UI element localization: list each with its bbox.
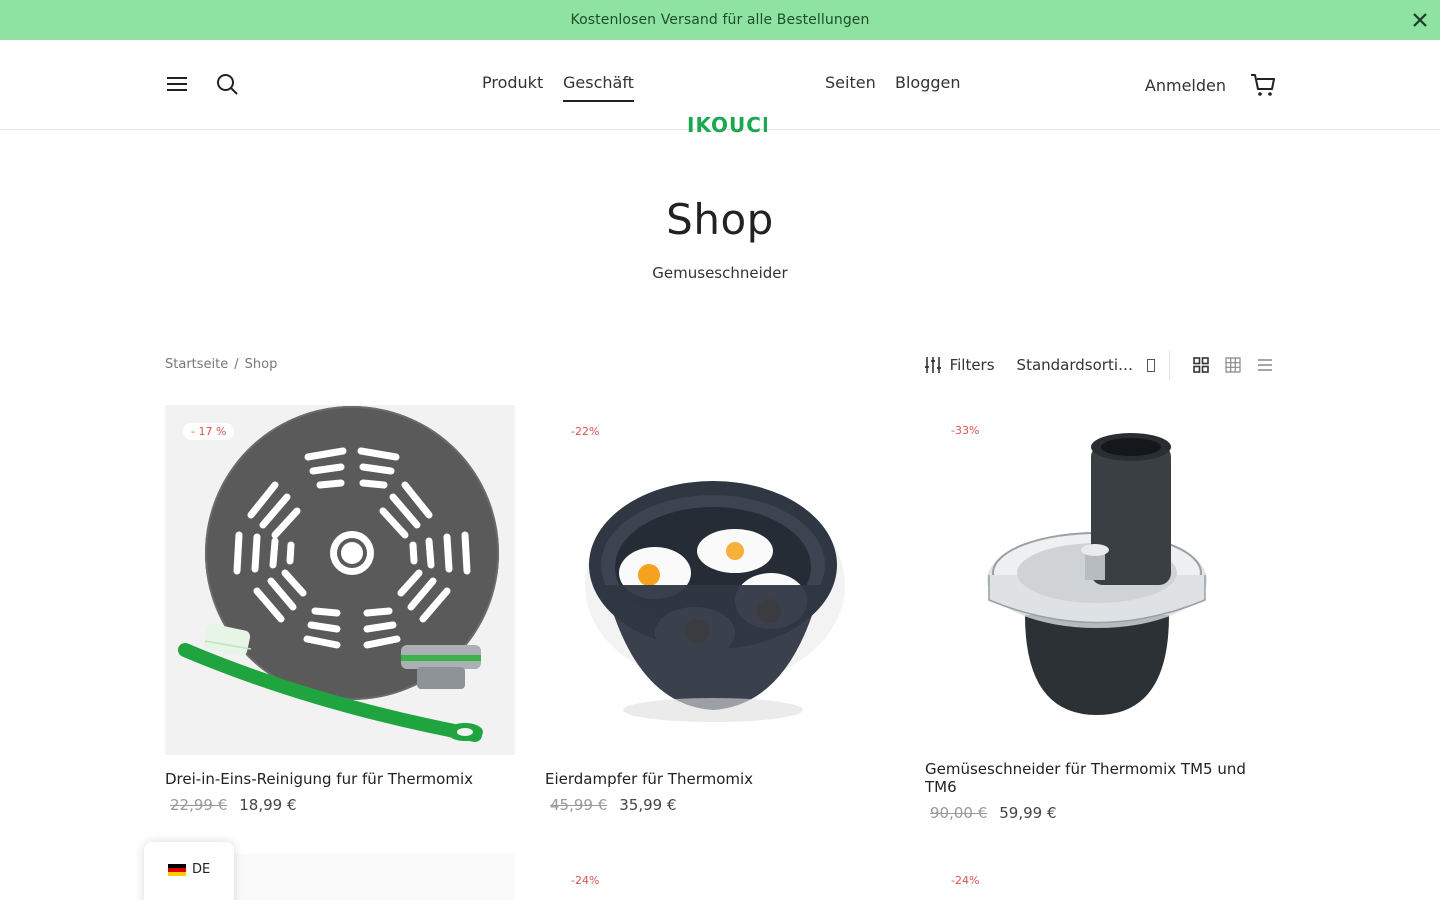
view-switcher	[1170, 356, 1274, 374]
discount-badge: - 17 %	[183, 423, 235, 440]
product-card[interactable]: -22% Eierdampfer für Thermomix 45,99 € 3…	[545, 405, 895, 814]
old-price: 90,00 €	[930, 804, 988, 822]
nav-seiten[interactable]: Seiten	[825, 73, 876, 92]
breadcrumb-home[interactable]: Startseite	[165, 357, 228, 372]
product-price: 22,99 € 18,99 €	[165, 796, 515, 814]
grid-3-icon[interactable]	[1224, 356, 1242, 374]
site-header: Produkt Geschäft Seiten Bloggen IKOUCH A…	[0, 40, 1440, 137]
sort-dropdown-icon	[1147, 358, 1155, 372]
announcement-bar: Kostenlosen Versand für alle Bestellunge…	[0, 0, 1440, 40]
vegetable-cutter-image	[987, 433, 1207, 715]
product-image[interactable]: -22%	[545, 405, 895, 755]
shop-toolbar: Filters Standardsorti…	[924, 350, 1274, 380]
product-name[interactable]: Eierdampfer für Thermomix	[545, 770, 895, 788]
sort-value: Standardsorti…	[1016, 356, 1133, 374]
discount-badge: -33%	[951, 424, 980, 437]
filters-button[interactable]: Filters	[924, 356, 1007, 374]
cart-icon[interactable]	[1250, 72, 1276, 98]
product-name[interactable]: Gemüseschneider für Thermomix TM5 und TM…	[925, 760, 1275, 796]
product-image[interactable]: -33%	[925, 405, 1275, 745]
product-card[interactable]: -33% Gemüseschneider für Thermomix TM5 u…	[925, 405, 1275, 822]
nav-bloggen[interactable]: Bloggen	[895, 73, 961, 92]
cleaning-disc-image	[178, 406, 499, 742]
german-flag-icon	[168, 864, 186, 876]
list-icon[interactable]	[1256, 356, 1274, 374]
product-price: 45,99 € 35,99 €	[545, 796, 895, 814]
page-title: Shop	[666, 195, 774, 244]
current-price: 59,99 €	[999, 804, 1057, 822]
nav-produkt[interactable]: Produkt	[482, 73, 543, 92]
egg-steamer-image	[585, 481, 845, 722]
close-icon[interactable]	[1410, 10, 1430, 30]
signin-link[interactable]: Anmelden	[1145, 76, 1226, 95]
discount-badge: -24%	[951, 874, 980, 887]
sliders-icon	[924, 357, 941, 373]
old-price: 22,99 €	[170, 796, 228, 814]
product-image[interactable]: -24%	[925, 854, 1275, 900]
product-card[interactable]: -24%	[925, 854, 1275, 900]
language-switcher[interactable]: DE	[144, 842, 234, 900]
announcement-text: Kostenlosen Versand für alle Bestellunge…	[570, 12, 870, 28]
breadcrumb-current: Shop	[244, 357, 278, 372]
logo[interactable]: IKOUCH	[687, 113, 767, 137]
product-image[interactable]: -24%	[545, 854, 895, 900]
product-name[interactable]: Drei-in-Eins-Reinigung fur für Thermomix	[165, 770, 515, 788]
language-code: DE	[192, 862, 211, 877]
product-price: 90,00 € 59,99 €	[925, 804, 1275, 822]
sort-select[interactable]: Standardsorti…	[1007, 350, 1170, 380]
product-card[interactable]: - 17 % Drei-in-Eins-Reinigung fur für Th…	[165, 405, 515, 814]
product-card[interactable]: -24%	[545, 854, 895, 900]
current-price: 35,99 €	[619, 796, 677, 814]
page-subtitle: Gemuseschneider	[652, 264, 788, 282]
svg-text:IKOUCH: IKOUCH	[687, 113, 767, 137]
current-price: 18,99 €	[239, 796, 297, 814]
filters-label: Filters	[949, 356, 995, 374]
nav-geschaeft[interactable]: Geschäft	[563, 73, 634, 102]
grid-2-icon[interactable]	[1192, 356, 1210, 374]
breadcrumb-separator: /	[234, 357, 239, 372]
discount-badge: -24%	[571, 874, 600, 887]
old-price: 45,99 €	[550, 796, 608, 814]
breadcrumb: Startseite / Shop	[165, 357, 277, 372]
discount-badge: -22%	[571, 425, 600, 438]
product-image[interactable]: - 17 %	[165, 405, 515, 755]
